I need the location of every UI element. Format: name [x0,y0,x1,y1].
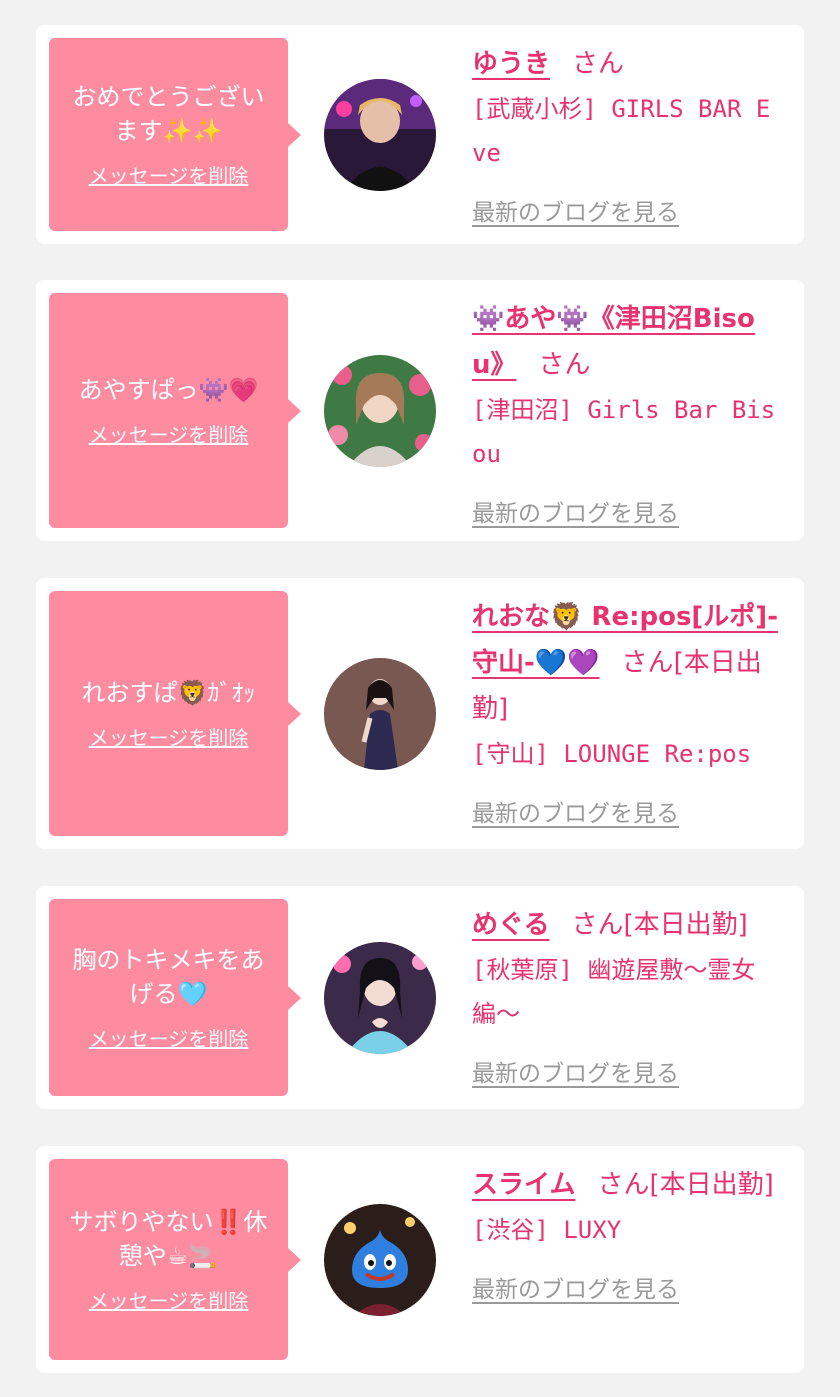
message-text: おめでとうございます✨✨ [72,83,265,145]
message-card: サボりやない‼️休憩や☕🚬 メッセージを削除 スライム さん[本日出勤] [渋谷]… [36,1146,804,1373]
name-line: めぐる さん[本日出勤] [472,902,784,948]
avatar[interactable] [324,942,436,1054]
latest-blog-link[interactable]: 最新のブログを見る [472,1270,679,1304]
san-label: さん [538,350,591,380]
delete-message-link[interactable]: メッセージを削除 [89,1023,249,1052]
cast-info: めぐる さん[本日出勤] [秋葉原] 幽遊屋敷〜霊女編〜 最新のブログを見る [472,902,784,1088]
name-line: ゆうき さん [472,41,784,87]
latest-blog-link[interactable]: 最新のブログを見る [472,494,679,528]
delete-message-link[interactable]: メッセージを削除 [89,419,249,448]
cast-info: 👾あや👾《津田沼Bisou》 さん [津田沼] Girls Bar Bisou 最… [472,296,784,528]
message-bubble: おめでとうございます✨✨ メッセージを削除 [49,38,288,231]
san-label: さん [572,49,625,79]
name-line: 👾あや👾《津田沼Bisou》 さん [472,296,784,388]
san-label: さん [621,648,674,678]
latest-blog-link[interactable]: 最新のブログを見る [472,1054,679,1088]
latest-blog-link[interactable]: 最新のブログを見る [472,794,679,828]
message-card: おめでとうございます✨✨ メッセージを削除 ゆうき さん [武蔵小杉] GIRLS… [36,25,804,244]
message-bubble: れおすぱ🦁ｶﾞｵｯ メッセージを削除 [49,591,288,836]
message-text: れおすぱ🦁ｶﾞｵｯ [81,679,256,707]
message-text: あやすぱっ👾💗 [78,376,259,404]
delete-message-link[interactable]: メッセージを削除 [89,160,249,189]
delete-message-link[interactable]: メッセージを削除 [89,722,249,751]
shop-name: [武蔵小杉] GIRLS BAR Eve [472,95,771,167]
shop-name: [津田沼] Girls Bar Bisou [472,396,776,468]
shop-name: [守山] LOUNGE Re:pos [472,740,752,768]
work-status: [本日出勤] [649,1170,774,1200]
cast-info: スライム さん[本日出勤] [渋谷] LUXY 最新のブログを見る [472,1162,784,1304]
name-line: れおな🦁 Re:pos[ルポ]-守山-💙💜 さん[本日出勤] [472,594,784,732]
avatar[interactable] [324,1204,436,1316]
shop-name: [渋谷] LUXY [472,1216,622,1244]
message-bubble: サボりやない‼️休憩や☕🚬 メッセージを削除 [49,1159,288,1360]
avatar[interactable] [324,79,436,191]
message-card: 胸のトキメキをあげる🩵 メッセージを削除 めぐる さん[本日出勤] [秋葉原] 幽… [36,886,804,1109]
san-label: さん [571,910,624,940]
message-text: 胸のトキメキをあげる🩵 [72,946,265,1008]
cast-name-link[interactable]: ゆうき [472,49,550,79]
cast-name-link[interactable]: スライム [472,1170,575,1200]
cast-info: れおな🦁 Re:pos[ルポ]-守山-💙💜 さん[本日出勤] [守山] LOUNG… [472,594,784,828]
name-line: スライム さん[本日出勤] [472,1162,784,1208]
message-text: サボりやない‼️休憩や☕🚬 [69,1208,268,1270]
cast-name-link[interactable]: 👾あや👾《津田沼Bisou》 [472,304,755,380]
delete-message-link[interactable]: メッセージを削除 [89,1285,249,1314]
message-card: れおすぱ🦁ｶﾞｵｯ メッセージを削除 れおな🦁 Re:pos[ルポ]-守山-💙💜… [36,578,804,849]
cast-name-link[interactable]: めぐる [472,910,549,940]
message-card: あやすぱっ👾💗 メッセージを削除 👾あや👾《津田沼Bisou》 さん [津田沼] … [36,280,804,541]
cast-info: ゆうき さん [武蔵小杉] GIRLS BAR Eve 最新のブログを見る [472,41,784,227]
message-bubble: あやすぱっ👾💗 メッセージを削除 [49,293,288,528]
avatar[interactable] [324,355,436,467]
san-label: さん [597,1170,650,1200]
message-bubble: 胸のトキメキをあげる🩵 メッセージを削除 [49,899,288,1096]
latest-blog-link[interactable]: 最新のブログを見る [472,193,679,227]
avatar[interactable] [324,658,436,770]
work-status: [本日出勤] [623,910,748,940]
shop-name: [秋葉原] 幽遊屋敷〜霊女編〜 [472,956,756,1028]
